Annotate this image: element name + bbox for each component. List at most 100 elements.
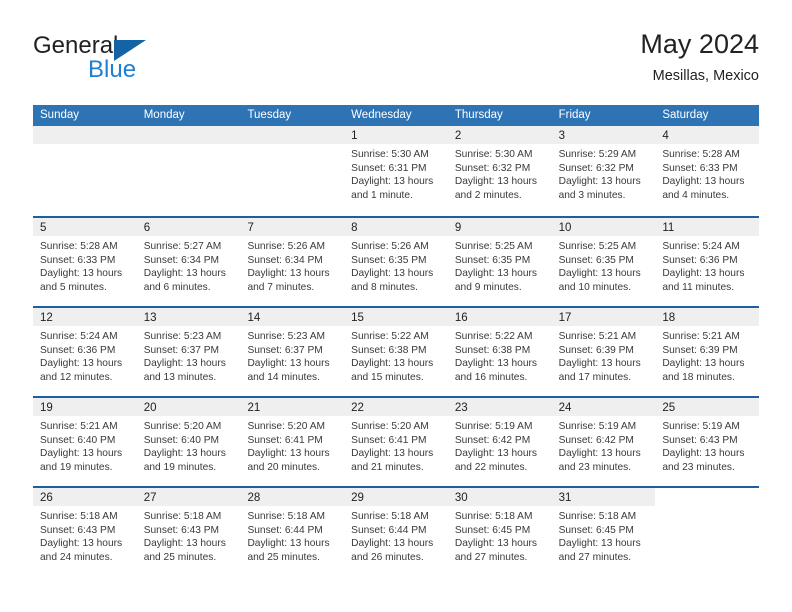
sunset-text: Sunset: 6:33 PM bbox=[40, 254, 116, 266]
calendar-grid: Sunday Monday Tuesday Wednesday Thursday… bbox=[33, 105, 760, 576]
day-number-strip bbox=[136, 126, 241, 144]
day-details: Sunrise: 5:18 AM Sunset: 6:45 PM Daylight:… bbox=[552, 506, 656, 564]
sunset-text: Sunset: 6:35 PM bbox=[351, 254, 427, 266]
day-details: Sunrise: 5:24 AM Sunset: 6:36 PM Daylight:… bbox=[33, 326, 137, 384]
day-number-strip: 15 bbox=[344, 308, 448, 326]
calendar-empty-cell bbox=[240, 126, 345, 216]
calendar-day-cell[interactable]: 10 Sunrise: 5:25 AM Sunset: 6:35 PM Dayligh… bbox=[551, 218, 656, 306]
sunrise-text: Sunrise: 5:19 AM bbox=[454, 421, 533, 432]
day-number-strip: 3 bbox=[551, 126, 656, 144]
calendar-day-cell[interactable]: 22 Sunrise: 5:20 AM Sunset: 6:41 PM Dayligh… bbox=[344, 398, 448, 486]
day-details: Sunrise: 5:26 AM Sunset: 6:34 PM Daylight:… bbox=[240, 236, 344, 294]
calendar-day-cell[interactable]: 14 Sunrise: 5:23 AM Sunset: 6:37 PM Dayligh… bbox=[240, 308, 345, 396]
day-number: 18 bbox=[662, 312, 676, 324]
calendar-day-cell[interactable]: 29 Sunrise: 5:18 AM Sunset: 6:44 PM Dayligh… bbox=[344, 488, 448, 576]
calendar-day-cell[interactable]: 9 Sunrise: 5:25 AM Sunset: 6:35 PM Daylight… bbox=[447, 218, 552, 306]
sunset-text: Sunset: 6:45 PM bbox=[558, 524, 634, 536]
calendar-day-cell[interactable]: 26 Sunrise: 5:18 AM Sunset: 6:43 PM Dayligh… bbox=[33, 488, 137, 576]
calendar-day-cell[interactable]: 2 Sunrise: 5:30 AM Sunset: 6:32 PM Daylight… bbox=[447, 126, 552, 216]
calendar-day-cell[interactable]: 6 Sunrise: 5:27 AM Sunset: 6:34 PM Daylight… bbox=[136, 218, 241, 306]
day-number: 8 bbox=[351, 222, 358, 234]
sunset-text: Sunset: 6:32 PM bbox=[454, 162, 531, 174]
calendar-day-cell[interactable]: 16 Sunrise: 5:22 AM Sunset: 6:38 PM Dayligh… bbox=[447, 308, 552, 396]
calendar-day-cell[interactable]: 11 Sunrise: 5:24 AM Sunset: 6:36 PM Dayligh… bbox=[655, 218, 760, 306]
calendar-day-cell[interactable]: 25 Sunrise: 5:19 AM Sunset: 6:43 PM Dayligh… bbox=[655, 398, 760, 486]
day-number: 25 bbox=[662, 402, 676, 414]
day-number: 6 bbox=[143, 222, 151, 234]
calendar-day-cell[interactable]: 1 Sunrise: 5:30 AM Sunset: 6:31 PM Daylight… bbox=[344, 126, 448, 216]
calendar-day-cell[interactable]: 4 Sunrise: 5:28 AM Sunset: 6:33 PM Daylight… bbox=[655, 126, 760, 216]
calendar-day-cell[interactable]: 19 Sunrise: 5:21 AM Sunset: 6:40 PM Dayligh… bbox=[33, 398, 137, 486]
day-number-strip: 13 bbox=[136, 308, 241, 326]
sunset-text: Sunset: 6:41 PM bbox=[247, 434, 323, 446]
day-number: 7 bbox=[247, 222, 254, 234]
calendar-day-cell[interactable]: 17 Sunrise: 5:21 AM Sunset: 6:39 PM Dayligh… bbox=[551, 308, 656, 396]
daylight-text: Daylight: 13 hours bbox=[662, 448, 745, 460]
sunrise-text: Sunrise: 5:26 AM bbox=[351, 241, 429, 252]
calendar-day-cell[interactable]: 23 Sunrise: 5:19 AM Sunset: 6:42 PM Dayligh… bbox=[447, 398, 552, 486]
weekday-saturday: Saturday bbox=[662, 109, 709, 121]
calendar-week-row: 12 Sunrise: 5:24 AM Sunset: 6:36 PM Dayligh… bbox=[33, 306, 760, 396]
day-number: 23 bbox=[454, 402, 468, 414]
calendar-day-cell[interactable]: 13 Sunrise: 5:23 AM Sunset: 6:37 PM Dayligh… bbox=[136, 308, 241, 396]
calendar-week-row: 26 Sunrise: 5:18 AM Sunset: 6:43 PM Dayligh… bbox=[33, 486, 760, 576]
calendar-day-cell[interactable]: 5 Sunrise: 5:28 AM Sunset: 6:33 PM Daylight… bbox=[33, 218, 137, 306]
calendar-day-cell[interactable]: 7 Sunrise: 5:26 AM Sunset: 6:34 PM Daylight… bbox=[240, 218, 345, 306]
sunrise-text: Sunrise: 5:22 AM bbox=[454, 331, 533, 342]
day-number: 4 bbox=[662, 130, 669, 142]
page-header: General Blue May 2024 Mesillas, Mexico bbox=[33, 28, 759, 98]
day-number-strip: 2 bbox=[447, 126, 552, 144]
day-number-strip: 20 bbox=[136, 398, 241, 416]
calendar-day-cell[interactable]: 8 Sunrise: 5:26 AM Sunset: 6:35 PM Daylight… bbox=[344, 218, 448, 306]
daylight-text: Daylight: 13 hours bbox=[143, 268, 226, 280]
title-block: May 2024 Mesillas, Mexico bbox=[640, 28, 759, 86]
daylight-text: Daylight: 13 hours bbox=[454, 448, 537, 460]
daylight-text-cont: and 8 minutes. bbox=[351, 281, 418, 293]
sunrise-text: Sunrise: 5:22 AM bbox=[351, 331, 429, 342]
day-number: 28 bbox=[247, 492, 261, 504]
sunset-text: Sunset: 6:43 PM bbox=[662, 434, 738, 446]
day-number: 16 bbox=[454, 312, 468, 324]
sunset-text: Sunset: 6:36 PM bbox=[40, 344, 116, 356]
sunrise-text: Sunrise: 5:19 AM bbox=[558, 421, 637, 432]
day-number-strip: 28 bbox=[240, 488, 345, 506]
calendar-day-cell[interactable]: 28 Sunrise: 5:18 AM Sunset: 6:44 PM Dayligh… bbox=[240, 488, 345, 576]
calendar-day-cell[interactable]: 20 Sunrise: 5:20 AM Sunset: 6:40 PM Dayligh… bbox=[136, 398, 241, 486]
day-number: 12 bbox=[40, 312, 53, 324]
sunset-text: Sunset: 6:37 PM bbox=[247, 344, 323, 356]
calendar-day-cell[interactable]: 21 Sunrise: 5:20 AM Sunset: 6:41 PM Dayligh… bbox=[240, 398, 345, 486]
day-number-strip: 18 bbox=[655, 308, 760, 326]
sunrise-text: Sunrise: 5:21 AM bbox=[662, 331, 740, 342]
day-number-strip: 26 bbox=[33, 488, 137, 506]
calendar-day-cell[interactable]: 30 Sunrise: 5:18 AM Sunset: 6:45 PM Dayligh… bbox=[447, 488, 552, 576]
day-number-strip: 11 bbox=[655, 218, 760, 236]
calendar-day-cell[interactable]: 3 Sunrise: 5:29 AM Sunset: 6:32 PM Daylight… bbox=[551, 126, 656, 216]
calendar-day-cell[interactable]: 31 Sunrise: 5:18 AM Sunset: 6:45 PM Dayligh… bbox=[551, 488, 656, 576]
daylight-text-cont: and 19 minutes. bbox=[40, 461, 113, 473]
sunset-text: Sunset: 6:44 PM bbox=[351, 524, 427, 536]
sunrise-text: Sunrise: 5:18 AM bbox=[143, 511, 222, 522]
calendar-day-cell[interactable]: 24 Sunrise: 5:19 AM Sunset: 6:42 PM Dayligh… bbox=[551, 398, 656, 486]
daylight-text-cont: and 27 minutes. bbox=[558, 551, 632, 563]
daylight-text: Daylight: 13 hours bbox=[662, 358, 745, 370]
day-details: Sunrise: 5:26 AM Sunset: 6:35 PM Daylight:… bbox=[344, 236, 448, 294]
page-subtitle: Mesillas, Mexico bbox=[652, 68, 759, 84]
day-details: Sunrise: 5:20 AM Sunset: 6:40 PM Daylight:… bbox=[137, 416, 241, 474]
day-number: 3 bbox=[558, 130, 565, 142]
calendar-day-cell[interactable]: 27 Sunrise: 5:18 AM Sunset: 6:43 PM Dayligh… bbox=[136, 488, 241, 576]
day-number: 20 bbox=[143, 402, 157, 414]
calendar-day-cell[interactable]: 18 Sunrise: 5:21 AM Sunset: 6:39 PM Dayligh… bbox=[655, 308, 760, 396]
day-number-strip: 6 bbox=[136, 218, 241, 236]
sunrise-text: Sunrise: 5:29 AM bbox=[558, 149, 637, 160]
day-number: 5 bbox=[40, 222, 47, 234]
calendar-day-cell[interactable]: 12 Sunrise: 5:24 AM Sunset: 6:36 PM Dayligh… bbox=[33, 308, 137, 396]
daylight-text: Daylight: 13 hours bbox=[40, 268, 123, 280]
calendar-day-cell[interactable]: 15 Sunrise: 5:22 AM Sunset: 6:38 PM Dayligh… bbox=[344, 308, 448, 396]
sunset-text: Sunset: 6:45 PM bbox=[454, 524, 531, 536]
brand-logo[interactable]: General Blue bbox=[33, 32, 253, 92]
sunrise-text: Sunrise: 5:18 AM bbox=[454, 511, 533, 522]
day-details: Sunrise: 5:21 AM Sunset: 6:40 PM Daylight:… bbox=[33, 416, 137, 474]
day-number: 9 bbox=[454, 222, 462, 234]
sunset-text: Sunset: 6:40 PM bbox=[40, 434, 116, 446]
sunrise-text: Sunrise: 5:20 AM bbox=[143, 421, 222, 432]
